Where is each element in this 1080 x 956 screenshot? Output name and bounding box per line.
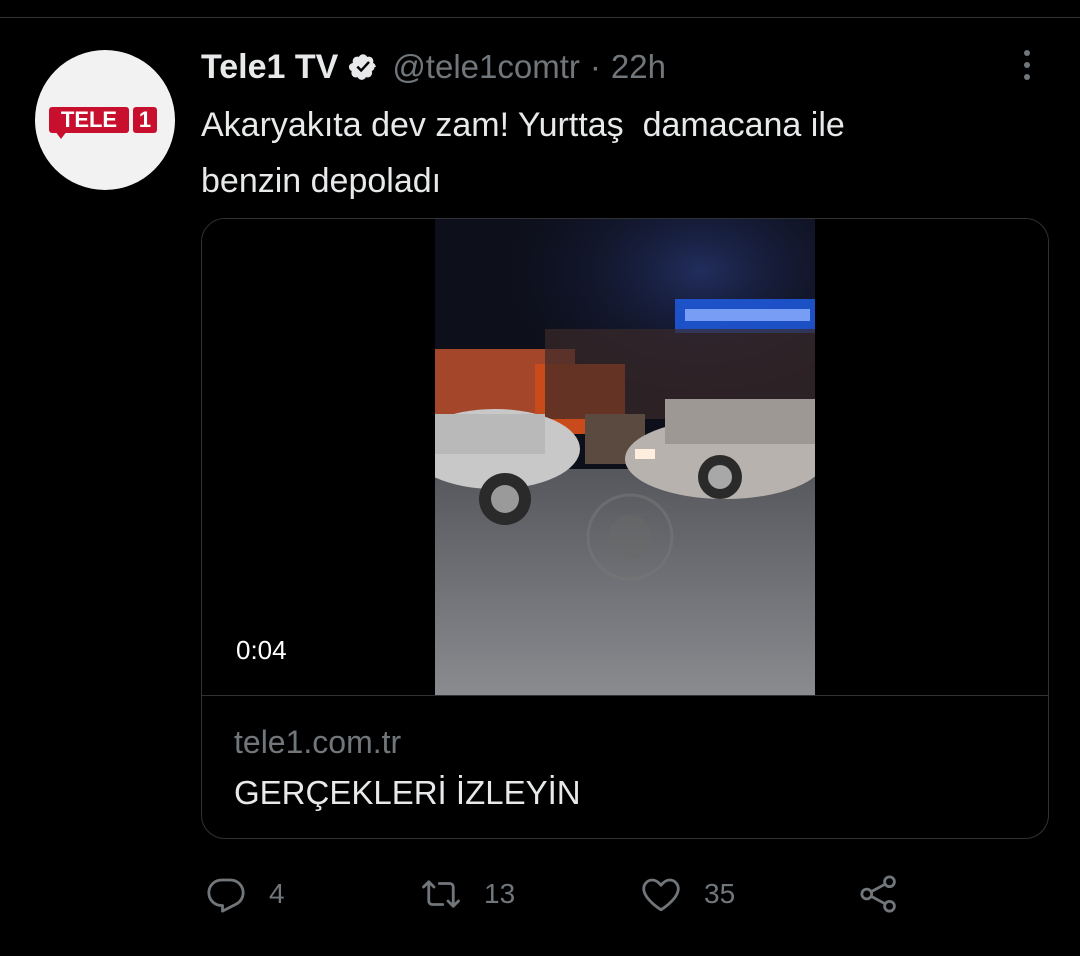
share-button[interactable] (858, 866, 900, 922)
like-count: 35 (704, 878, 736, 909)
avatar[interactable]: TELE 1 (35, 50, 175, 190)
link-card[interactable]: 0:04 tele1.com.tr GERÇEKLERİ İZLEYİN (201, 218, 1049, 839)
verified-badge-icon (349, 54, 377, 80)
video-player[interactable]: 0:04 (202, 219, 1048, 695)
reply-count: 4 (269, 878, 285, 909)
tweet-header: Tele1 TV @tele1comtr · 22h (201, 42, 666, 92)
card-title[interactable]: GERÇEKLERİ İZLEYİN (234, 774, 581, 812)
share-icon (860, 875, 896, 913)
tweet-actions: 4 13 35 (0, 866, 1080, 922)
like-button[interactable]: 35 (640, 866, 735, 922)
logo-digit: 1 (133, 107, 157, 133)
card-domain[interactable]: tele1.com.tr (234, 724, 401, 761)
tweet-timestamp[interactable]: 22h (611, 48, 666, 86)
like-icon (642, 878, 680, 912)
card-divider (202, 695, 1048, 696)
tweet-text: Akaryakıta dev zam! Yurttaş damacana ile… (201, 106, 845, 200)
logo-word: TELE (49, 107, 129, 133)
separator-dot: · (589, 48, 601, 85)
logo-speech-tail (55, 131, 67, 139)
more-options-icon[interactable] (1015, 45, 1039, 85)
video-thumbnail[interactable] (435, 219, 815, 695)
tele1-logo: TELE 1 (49, 107, 165, 139)
reply-button[interactable]: 4 (205, 866, 285, 922)
retweet-icon (422, 880, 460, 908)
reply-icon (207, 878, 245, 913)
author-handle[interactable]: @tele1comtr (392, 48, 580, 86)
top-divider (0, 17, 1080, 18)
video-duration: 0:04 (236, 635, 287, 665)
retweet-count: 13 (484, 878, 516, 909)
author-name[interactable]: Tele1 TV (201, 48, 338, 87)
retweet-button[interactable]: 13 (420, 866, 515, 922)
